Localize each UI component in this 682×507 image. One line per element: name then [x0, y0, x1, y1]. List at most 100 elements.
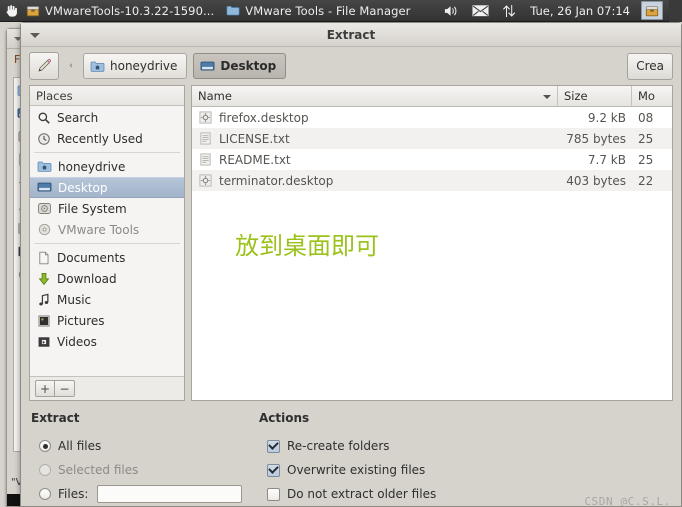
text-file-icon [199, 132, 212, 145]
sidebar-item-music[interactable]: Music [30, 289, 184, 310]
breadcrumb-honeydrive[interactable]: honeydrive [83, 53, 188, 79]
tray-archive-manager-icon[interactable] [641, 1, 663, 20]
clock[interactable]: Tue, 26 Jan 07:14 [528, 4, 632, 18]
file-name: LICENSE.txt [219, 131, 290, 146]
recently-used-clock-icon [37, 132, 51, 146]
column-header-modified-label: Mo [638, 89, 655, 103]
text-file-icon [199, 153, 212, 166]
checkbox-label: Re-create folders [287, 439, 390, 453]
file-modified: 25 [638, 131, 654, 146]
search-icon [37, 111, 51, 125]
breadcrumb-separator: ‹ [69, 61, 73, 71]
checkbox-overwrite-existing-files[interactable]: Overwrite existing files [259, 458, 671, 482]
radio-indicator [39, 488, 51, 500]
desktop-folder-icon [200, 60, 215, 73]
column-header-name[interactable]: Name [192, 86, 558, 106]
places-list: Search Recently Used honeydrive Desktop … [30, 106, 184, 376]
browser-area: Places Search Recently Used honeydrive D… [21, 85, 681, 401]
table-row[interactable]: LICENSE.txt 785 bytes 25 [192, 128, 672, 149]
remove-bookmark-button[interactable]: − [55, 380, 75, 397]
gear-desktop-file-icon [199, 174, 212, 187]
documents-folder-icon [37, 251, 51, 265]
table-row[interactable]: firefox.desktop 9.2 kB 08 [192, 107, 672, 128]
sidebar-separator [34, 243, 180, 244]
launcher-hand-icon[interactable] [0, 0, 22, 22]
sidebar-item-videos[interactable]: Videos [30, 331, 184, 352]
taskbar-task-archive[interactable]: VMwareTools-10.3.22-1590... [22, 0, 222, 22]
radio-indicator [39, 464, 51, 476]
places-header: Places [30, 86, 184, 106]
edit-path-button[interactable] [29, 52, 59, 80]
sidebar-item-search[interactable]: Search [30, 107, 184, 128]
checkbox-indicator [267, 439, 280, 453]
checkbox-indicator [267, 487, 280, 501]
places-footer-toolbar: + − [30, 376, 184, 400]
sidebar-item-label: Music [57, 292, 92, 307]
sidebar-item-recently-used[interactable]: Recently Used [30, 128, 184, 149]
add-bookmark-button[interactable]: + [35, 380, 55, 397]
sidebar-item-download[interactable]: Download [30, 268, 184, 289]
checkbox-label: Do not extract older files [287, 487, 437, 501]
music-note-icon [37, 293, 51, 307]
folder-icon [226, 5, 240, 16]
network-up-down-arrows-icon[interactable] [499, 2, 519, 20]
checkbox-recreate-folders[interactable]: Re-create folders [259, 434, 671, 458]
sidebar-item-vmware-tools[interactable]: VMware Tools [30, 219, 184, 240]
sidebar-item-label: honeydrive [58, 159, 126, 174]
radio-label: Selected files [58, 463, 139, 477]
pictures-icon [37, 314, 51, 328]
envelope-mail-icon[interactable] [470, 2, 490, 20]
watermark: CSDN @C.S.L. [584, 495, 671, 507]
taskbar: VMwareTools-10.3.22-1590... VMware Tools… [0, 0, 682, 22]
home-folder-icon [90, 60, 105, 73]
sidebar-item-label: Search [57, 110, 99, 125]
file-size: 7.7 kB [587, 152, 626, 167]
radio-selected-files[interactable]: Selected files [31, 458, 259, 482]
speaker-volume-icon[interactable] [441, 2, 461, 20]
sidebar-separator [34, 152, 180, 153]
file-size: 785 bytes [566, 131, 626, 146]
column-header-modified[interactable]: Mo [632, 86, 672, 106]
sidebar-item-desktop[interactable]: Desktop [30, 177, 184, 198]
file-name: firefox.desktop [219, 110, 309, 125]
breadcrumb-desktop[interactable]: Desktop [193, 53, 287, 79]
options-area: Extract All files Selected files Files: … [21, 401, 681, 507]
file-size: 9.2 kB [587, 110, 626, 125]
table-row[interactable]: terminator.desktop 403 bytes 22 [192, 170, 672, 191]
sort-descending-icon [543, 95, 551, 99]
sidebar-item-documents[interactable]: Documents [30, 247, 184, 268]
checkbox-label: Overwrite existing files [287, 463, 426, 477]
column-header-name-label: Name [198, 89, 232, 103]
actions-group-title: Actions [259, 411, 310, 425]
table-row[interactable]: README.txt 7.7 kB 25 [192, 149, 672, 170]
breadcrumb-label: honeydrive [110, 59, 178, 73]
actions-options-group: Actions Re-create folders Overwrite exis… [259, 411, 671, 506]
radio-files[interactable]: Files: [31, 482, 259, 506]
column-header-size[interactable]: Size [558, 86, 632, 106]
file-name: terminator.desktop [219, 173, 334, 188]
window-title: Extract [326, 27, 376, 42]
file-name-cell: LICENSE.txt [192, 132, 558, 146]
radio-all-files[interactable]: All files [31, 434, 259, 458]
sidebar-item-honeydrive[interactable]: honeydrive [30, 156, 184, 177]
window-menu-triangle-icon[interactable] [30, 33, 40, 38]
path-toolbar: ‹ honeydrive Desktop Crea [21, 47, 681, 85]
breadcrumb-label: Desktop [220, 59, 277, 73]
file-list-pane: Name Size Mo firefox.desktop 9.2 kB 08 L… [191, 85, 673, 401]
titlebar: Extract [21, 23, 681, 47]
gear-desktop-file-icon [199, 111, 212, 124]
file-name-cell: README.txt [192, 153, 558, 167]
archive-manager-icon [26, 5, 40, 16]
sidebar-item-label: Recently Used [57, 131, 143, 146]
sidebar-item-pictures[interactable]: Pictures [30, 310, 184, 331]
files-pattern-input[interactable] [97, 485, 243, 503]
file-name: README.txt [219, 152, 291, 167]
sidebar-item-label: Download [57, 271, 117, 286]
screen: VMwareTools-10.3.22-1590... VMware Tools… [0, 0, 682, 507]
sidebar-item-file-system[interactable]: File System [30, 198, 184, 219]
radio-label: All files [58, 439, 102, 453]
taskbar-task-filemanager[interactable]: VMware Tools - File Manager [222, 0, 418, 22]
create-folder-button[interactable]: Crea [627, 52, 673, 80]
taskbar-task-label: VMware Tools - File Manager [245, 3, 411, 18]
taskbar-task-label: VMwareTools-10.3.22-1590... [45, 3, 215, 18]
